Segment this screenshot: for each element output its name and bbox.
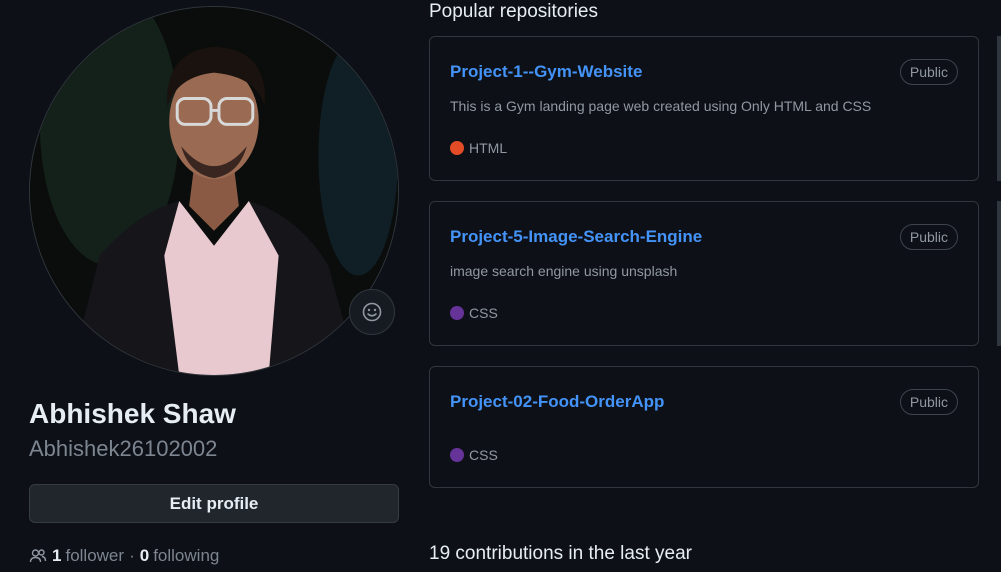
repo-link[interactable]: Project-5-Image-Search-Engine [450, 227, 702, 247]
avatar-photo [30, 7, 398, 375]
edit-profile-button[interactable]: Edit profile [29, 484, 399, 523]
follow-separator: · [129, 546, 135, 565]
language-name: CSS [469, 305, 498, 321]
following-label: following [153, 546, 220, 565]
profile-username: Abhishek26102002 [29, 436, 218, 461]
repo-description: This is a Gym landing page web created u… [450, 98, 872, 114]
set-status-button[interactable] [349, 289, 395, 335]
offscreen-card-edge [997, 201, 1001, 346]
language-color-dot [450, 448, 464, 462]
visibility-badge: Public [899, 59, 958, 85]
visibility-badge: Public [899, 224, 958, 250]
repo-language: CSS [450, 447, 498, 463]
repo-card: Project-02-Food-OrderApp Public CSS [429, 366, 979, 488]
repo-language: CSS [450, 305, 498, 321]
followers-label: follower [65, 546, 125, 565]
language-color-dot [450, 306, 464, 320]
visibility-badge: Public [899, 389, 958, 415]
repo-link[interactable]: Project-1--Gym-Website [450, 62, 642, 82]
repo-description: image search engine using unsplash [450, 263, 678, 279]
followers-link[interactable]: 1 follower [29, 546, 124, 566]
repo-language: HTML [450, 140, 507, 156]
language-name: CSS [469, 447, 498, 463]
followers-count: 1 [52, 546, 62, 565]
language-name: HTML [469, 140, 508, 156]
repo-card: Project-1--Gym-Website Public This is a … [429, 36, 979, 181]
repo-link[interactable]: Project-02-Food-OrderApp [450, 392, 664, 412]
avatar-container [29, 6, 399, 376]
avatar[interactable] [29, 6, 399, 376]
following-link[interactable]: 0 following [140, 546, 220, 566]
smiley-icon [362, 302, 382, 322]
language-color-dot [450, 141, 464, 155]
following-count: 0 [139, 546, 150, 565]
people-icon [29, 549, 47, 563]
contributions-title: 19 contributions in the last year [429, 543, 692, 564]
popular-repositories-title: Popular repositories [429, 1, 598, 22]
offscreen-card-edge [997, 36, 1001, 181]
profile-name: Abhishek Shaw [29, 398, 236, 429]
follow-stats: 1 follower · 0 following [29, 546, 219, 566]
repo-card: Project-5-Image-Search-Engine Public ima… [429, 201, 979, 346]
